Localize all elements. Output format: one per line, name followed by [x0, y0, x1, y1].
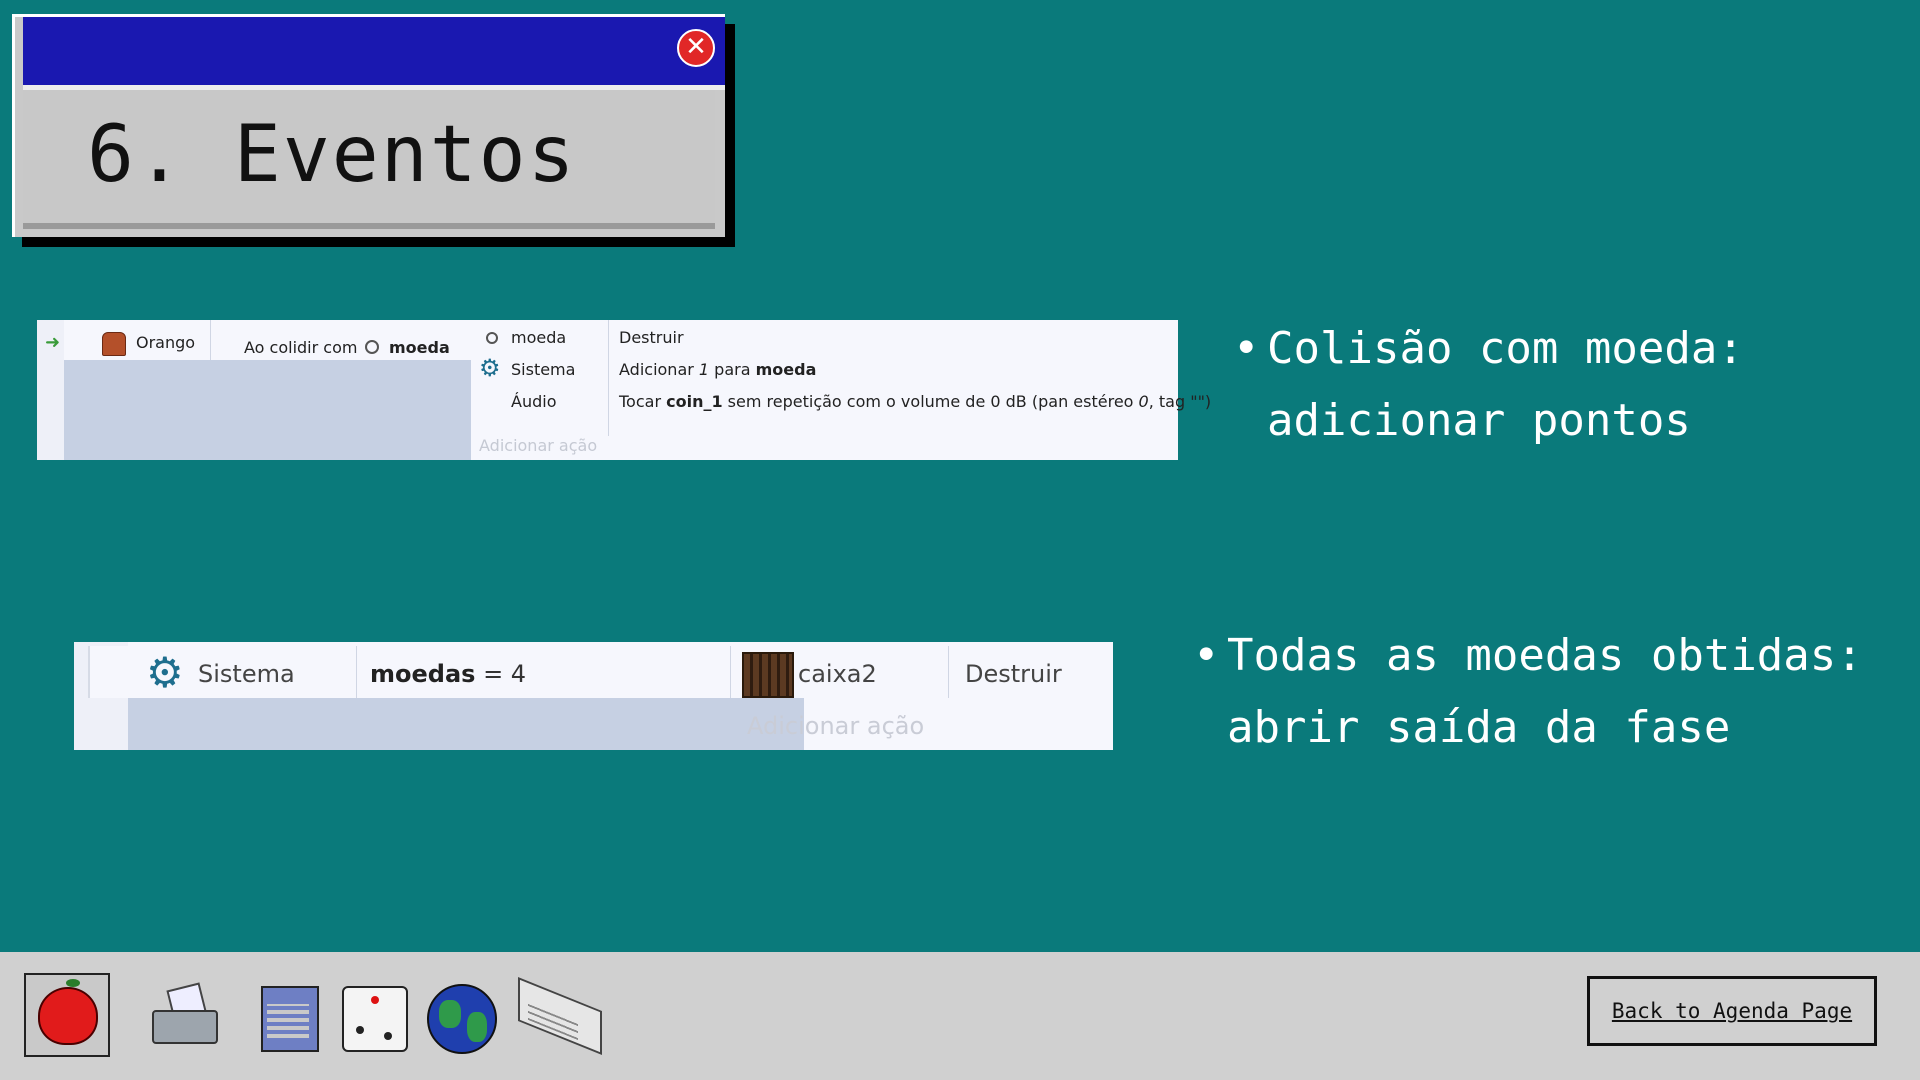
bullet-line: Colisão com moeda: [1267, 323, 1744, 374]
crate-icon [742, 652, 794, 698]
gear-icon: ⚙ [146, 648, 184, 697]
action-object: Áudio [511, 392, 557, 411]
apple-icon[interactable] [24, 973, 110, 1057]
slide-title: 6. Eventos [87, 110, 577, 200]
bullet-all-coins: • Todas as moedas obtidas: abrir saída d… [1193, 620, 1907, 764]
condition-object: Orango [136, 333, 196, 352]
divider [730, 646, 731, 698]
back-to-agenda-button[interactable]: Back to Agenda Page [1587, 976, 1877, 1046]
coin-icon [365, 340, 379, 354]
title-bar[interactable]: ✕ [23, 17, 725, 90]
action-object[interactable]: caixa2 [798, 660, 877, 688]
gear-icon: ⚙ [479, 354, 501, 382]
title-body: 6. Eventos [23, 90, 715, 229]
bullet-dot: • [1193, 630, 1220, 681]
divider [948, 646, 949, 698]
condition-row[interactable]: Orango Ao colidir com moeda [64, 320, 471, 360]
add-action-link[interactable]: Adicionar ação [479, 436, 597, 455]
condition-target: moeda [389, 338, 450, 357]
condition-text: moedas = 4 [370, 660, 527, 688]
action-row[interactable]: moeda Destruir [471, 320, 1178, 352]
orango-sprite-icon [102, 332, 126, 356]
condition-object: Sistema [198, 660, 295, 688]
divider [356, 646, 357, 698]
condition-area [64, 360, 471, 460]
title-window: ✕ 6. Eventos [12, 14, 725, 237]
bullet-line: abrir saída da fase [1227, 702, 1731, 753]
close-icon[interactable]: ✕ [677, 29, 715, 67]
actions-panel: moeda Destruir ⚙ Sistema Adicionar 1 par… [471, 320, 1211, 460]
arrow-right-icon: ➜ [45, 332, 61, 353]
bullet-line: adicionar pontos [1267, 395, 1691, 446]
event-sheet-collision: ➜ Orango Ao colidir com moeda moeda Dest… [37, 320, 1211, 460]
action-row[interactable]: ⚙ Sistema Adicionar 1 para moeda [471, 352, 1178, 384]
divider [210, 320, 211, 360]
condition-text: Ao colidir com [244, 338, 358, 357]
action-row[interactable]: Áudio Tocar coin_1 sem repetição com o v… [471, 384, 1211, 416]
action-text: Destruir [619, 328, 684, 347]
apple-leaf [66, 979, 80, 987]
event-sheet-all-coins: ⚙ Sistema moedas = 4 caixa2 Destruir Adi… [74, 642, 1113, 750]
printer-icon[interactable] [148, 980, 218, 1052]
action-text: Tocar coin_1 sem repetição com o volume … [619, 392, 1212, 411]
bullet-collision: • Colisão com moeda: adicionar pontos [1233, 313, 1907, 457]
apple-shape [38, 987, 98, 1045]
condition-area [128, 698, 804, 750]
dice-icon[interactable] [338, 980, 408, 1052]
action-text[interactable]: Destruir [965, 660, 1062, 688]
bullet-line: Todas as moedas obtidas: [1227, 630, 1863, 681]
add-action-link[interactable]: Adicionar ação [747, 712, 924, 740]
notepad-icon[interactable] [253, 980, 323, 1052]
coin-icon [486, 332, 498, 344]
action-object: Sistema [511, 360, 576, 379]
book-icon[interactable] [514, 977, 602, 1055]
event-gutter: ➜ [37, 320, 64, 460]
bullet-dot: • [1233, 323, 1260, 374]
action-object: moeda [511, 328, 567, 347]
action-text: Adicionar 1 para moeda [619, 360, 817, 379]
globe-icon[interactable] [425, 980, 497, 1054]
